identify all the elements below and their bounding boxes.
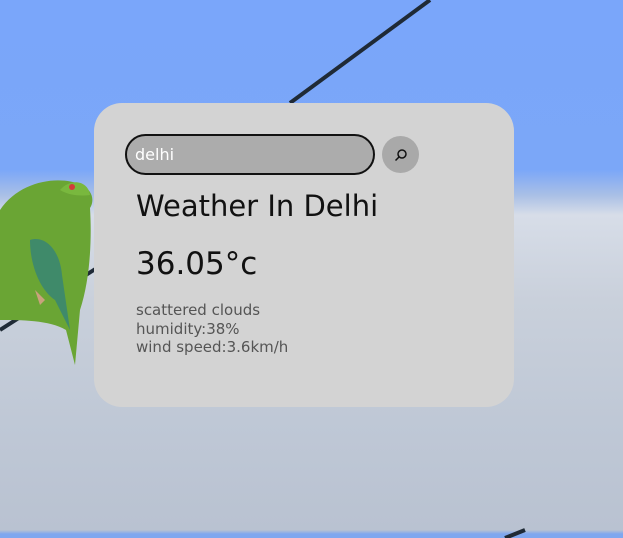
search-row xyxy=(125,134,419,175)
temperature: 36.05°c xyxy=(136,246,258,282)
humidity: humidity:38% xyxy=(136,319,240,338)
search-icon xyxy=(394,148,407,161)
search-button[interactable] xyxy=(382,136,419,173)
weather-card: Weather In Delhi 36.05°c scattered cloud… xyxy=(94,103,514,407)
search-input[interactable] xyxy=(125,134,375,175)
weather-details: scattered clouds humidity:38% wind speed… xyxy=(136,301,288,357)
weather-description: scattered clouds xyxy=(136,301,261,319)
city-title: Weather In Delhi xyxy=(136,189,379,223)
wind-speed: wind speed:3.6km/h xyxy=(136,338,289,356)
